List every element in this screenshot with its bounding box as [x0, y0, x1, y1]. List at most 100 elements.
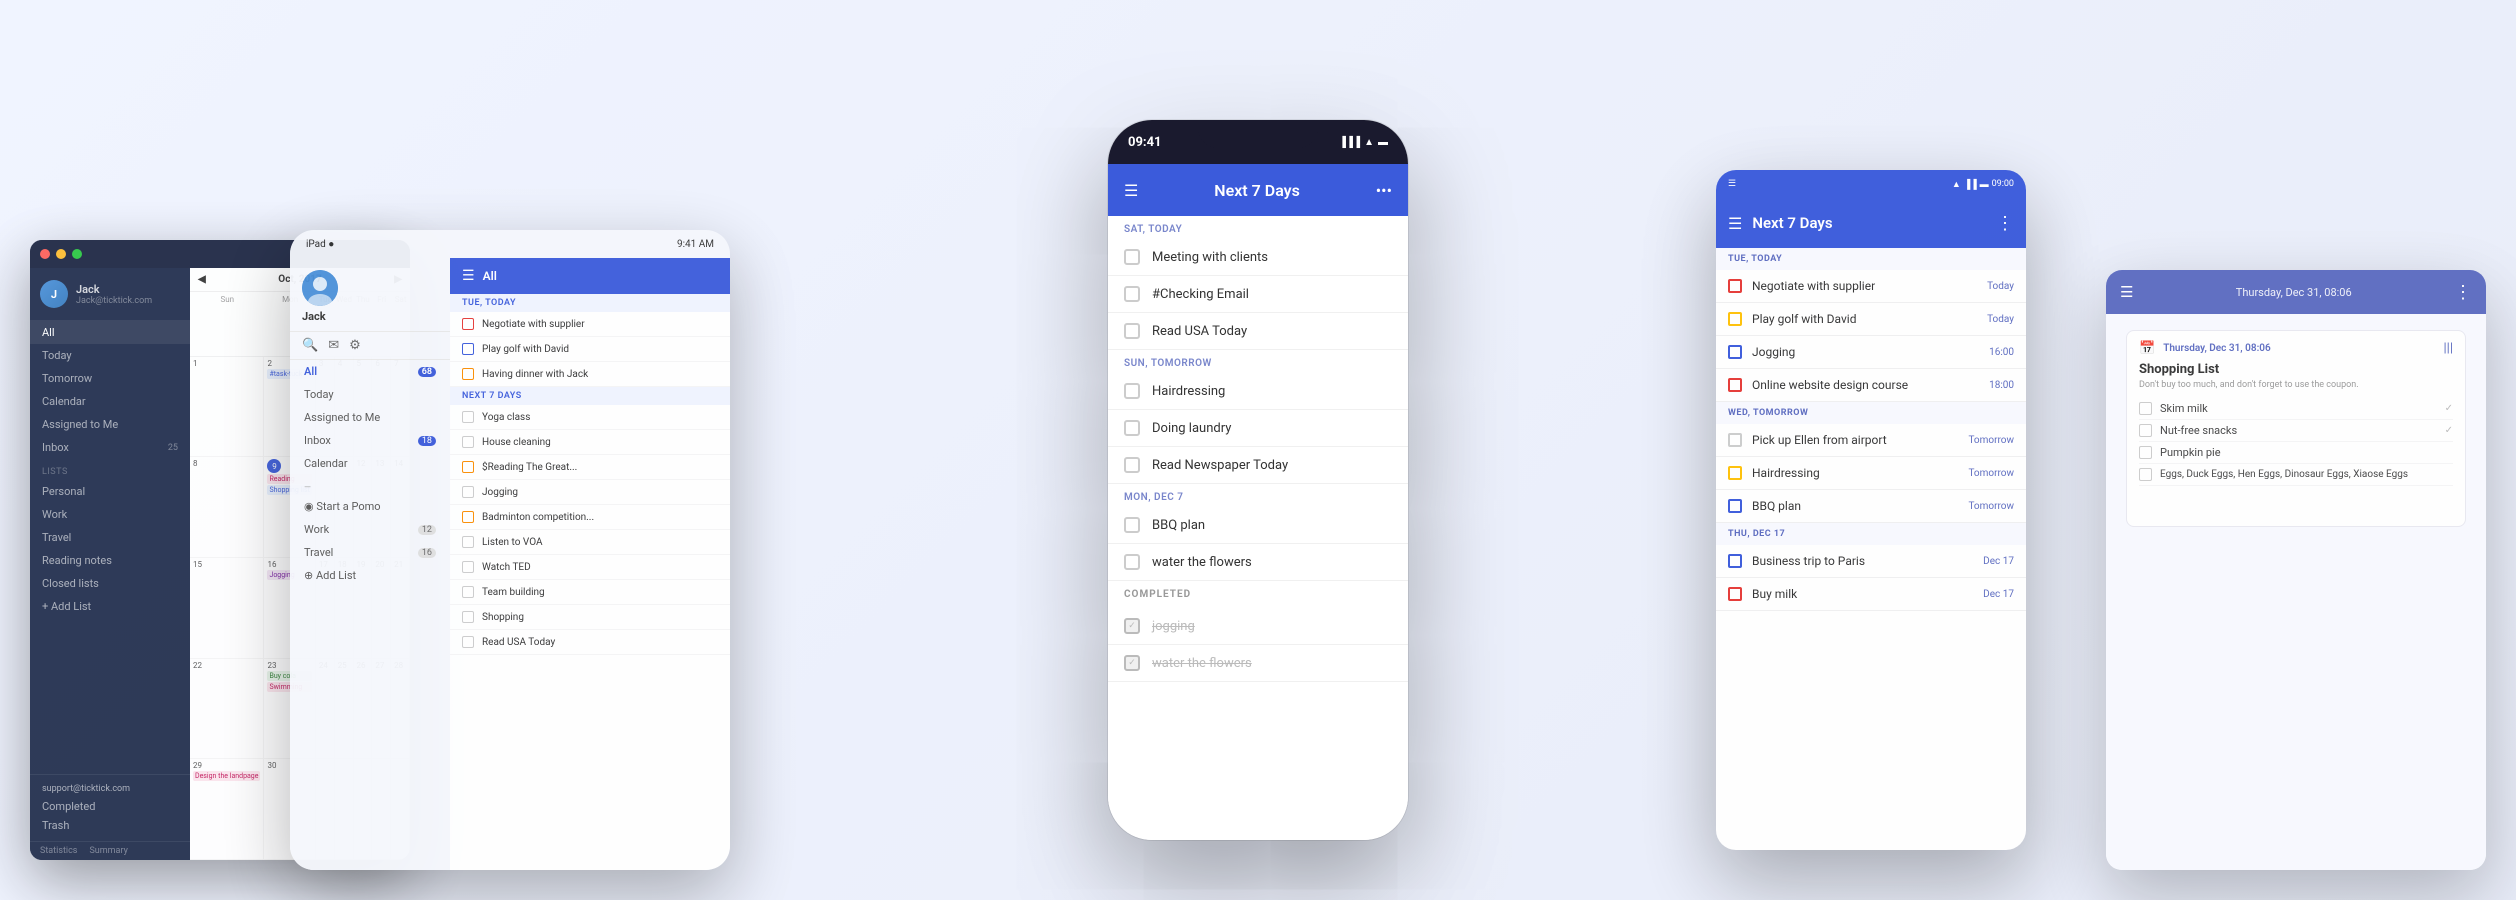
android-menu-icon[interactable]: ☰	[1728, 214, 1742, 233]
cal-cell[interactable]: 22	[190, 659, 264, 760]
iphone-more-icon[interactable]: •••	[1376, 181, 1392, 200]
ipad-nav-add-list[interactable]: ⊕ Add List	[290, 564, 450, 587]
task-checkbox[interactable]	[462, 486, 474, 498]
task-item[interactable]: Doing laundry	[1108, 410, 1408, 447]
task-item[interactable]: #Checking Email	[1108, 276, 1408, 313]
task-item[interactable]: Jogging 16:00	[1716, 336, 2026, 369]
mac-nav-trash[interactable]: Trash	[40, 816, 180, 835]
task-checkbox[interactable]	[1728, 587, 1742, 601]
mac-nav-tomorrow[interactable]: Tomorrow	[30, 367, 190, 390]
ipad-nav-all[interactable]: All68	[290, 360, 450, 383]
task-item[interactable]: Read USA Today	[1108, 313, 1408, 350]
mac-nav-reading[interactable]: Reading notes	[30, 549, 190, 572]
task-checkbox[interactable]	[1728, 554, 1742, 568]
task-checkbox-done[interactable]: ✓	[1124, 655, 1140, 671]
ipad-search-icon[interactable]: 🔍	[302, 338, 318, 353]
ipad-nav-pomo[interactable]: ◉ Start a Pomo	[290, 495, 450, 518]
mac-nav-inbox[interactable]: Inbox 25	[30, 436, 190, 459]
task-checkbox[interactable]	[1124, 249, 1140, 265]
task-item[interactable]: Watch TED	[450, 555, 730, 580]
task-checkbox[interactable]	[1728, 345, 1742, 359]
mac-stats-link[interactable]: Statistics	[40, 846, 77, 856]
cal-cell[interactable]: 15	[190, 558, 264, 659]
cal-cell[interactable]: 29Design the landpage	[190, 759, 264, 860]
task-item[interactable]: water the flowers	[1108, 544, 1408, 581]
mac-close-btn[interactable]	[40, 249, 50, 259]
task-checkbox[interactable]	[462, 436, 474, 448]
cal-cell[interactable]: 8	[190, 457, 264, 558]
task-checkbox[interactable]	[462, 343, 474, 355]
task-item[interactable]: Pick up Ellen from airport Tomorrow	[1716, 424, 2026, 457]
task-item[interactable]: Negotiate with supplier	[450, 312, 730, 337]
ipad-nav-assigned[interactable]: Assigned to Me	[290, 406, 450, 429]
ipad-nav-today[interactable]: Today	[290, 383, 450, 406]
task-item[interactable]: Play golf with David Today	[1716, 303, 2026, 336]
ipad-nav-work[interactable]: Work 12	[290, 518, 450, 541]
task-item[interactable]: Listen to VOA	[450, 530, 730, 555]
task-checkbox[interactable]	[1728, 499, 1742, 513]
task-item[interactable]: Having dinner with Jack	[450, 362, 730, 387]
android-more-icon[interactable]: ⋮	[1996, 213, 2014, 234]
checklist-checkbox[interactable]	[2139, 468, 2152, 481]
checklist-item[interactable]: Pumpkin pie	[2139, 442, 2453, 464]
iphone-scroll-area[interactable]: SAT, TODAY Meeting with clients #Checkin…	[1108, 216, 1408, 840]
task-checkbox[interactable]	[1728, 279, 1742, 293]
tablet-menu-icon[interactable]: ☰	[2120, 283, 2133, 301]
mac-nav-personal[interactable]: Personal	[30, 480, 190, 503]
ipad-nav-travel[interactable]: Travel 16	[290, 541, 450, 564]
task-item[interactable]: Hairdressing Tomorrow	[1716, 457, 2026, 490]
task-item[interactable]: Jogging	[450, 480, 730, 505]
task-item[interactable]: Shopping	[450, 605, 730, 630]
task-checkbox[interactable]	[1124, 323, 1140, 339]
task-item[interactable]: Read USA Today	[450, 630, 730, 655]
task-checkbox[interactable]	[462, 561, 474, 573]
ipad-settings-icon[interactable]: ⚙	[349, 338, 361, 353]
task-item[interactable]: $Reading The Great...	[450, 455, 730, 480]
task-checkbox[interactable]	[1124, 554, 1140, 570]
mac-nav-today[interactable]: Today	[30, 344, 190, 367]
ipad-mail-icon[interactable]: ✉	[328, 338, 339, 353]
task-checkbox[interactable]	[462, 368, 474, 380]
mac-nav-assigned[interactable]: Assigned to Me	[30, 413, 190, 436]
task-checkbox[interactable]	[1728, 378, 1742, 392]
mac-minimize-btn[interactable]	[56, 249, 66, 259]
task-item[interactable]: Business trip to Paris Dec 17	[1716, 545, 2026, 578]
task-checkbox[interactable]	[462, 611, 474, 623]
cal-cell[interactable]: 1	[190, 357, 264, 458]
task-checkbox[interactable]	[462, 636, 474, 648]
task-checkbox[interactable]	[462, 586, 474, 598]
task-item[interactable]: BBQ plan	[1108, 507, 1408, 544]
task-item[interactable]: BBQ plan Tomorrow	[1716, 490, 2026, 523]
mac-nav-support[interactable]: support@ticktick.com	[40, 781, 180, 797]
task-checkbox[interactable]	[462, 511, 474, 523]
mac-nav-completed[interactable]: Completed	[40, 797, 180, 816]
task-item-done[interactable]: ✓ jogging	[1108, 608, 1408, 645]
task-checkbox[interactable]	[462, 318, 474, 330]
task-item[interactable]: Badminton competition...	[450, 505, 730, 530]
task-item[interactable]: Yoga class	[450, 405, 730, 430]
checklist-item[interactable]: Eggs, Duck Eggs, Hen Eggs, Dinosaur Eggs…	[2139, 464, 2453, 486]
task-checkbox[interactable]	[1728, 312, 1742, 326]
task-checkbox[interactable]	[462, 411, 474, 423]
task-item[interactable]: Negotiate with supplier Today	[1716, 270, 2026, 303]
task-checkbox-done[interactable]: ✓	[1124, 618, 1140, 634]
task-checkbox[interactable]	[1124, 517, 1140, 533]
tablet-more-icon[interactable]: ⋮	[2454, 282, 2472, 303]
task-item-done[interactable]: ✓ water the flowers	[1108, 645, 1408, 682]
iphone-menu-icon[interactable]: ☰	[1124, 181, 1138, 200]
task-checkbox[interactable]	[462, 461, 474, 473]
mac-nav-calendar[interactable]: Calendar	[30, 390, 190, 413]
task-item[interactable]: Team building	[450, 580, 730, 605]
ipad-nav-calendar[interactable]: Calendar	[290, 452, 450, 475]
ipad-menu-icon[interactable]: ☰	[462, 268, 475, 284]
task-checkbox[interactable]	[1124, 286, 1140, 302]
tablet-edit-icon[interactable]: |||	[2443, 341, 2453, 356]
checklist-item[interactable]: Skim milk ✓	[2139, 398, 2453, 420]
task-checkbox[interactable]	[1124, 420, 1140, 436]
task-item[interactable]: Read Newspaper Today	[1108, 447, 1408, 484]
task-checkbox[interactable]	[1124, 457, 1140, 473]
mac-nav-work[interactable]: Work	[30, 503, 190, 526]
task-item[interactable]: Hairdressing	[1108, 373, 1408, 410]
task-checkbox[interactable]	[1124, 383, 1140, 399]
task-item[interactable]: Buy milk Dec 17	[1716, 578, 2026, 611]
